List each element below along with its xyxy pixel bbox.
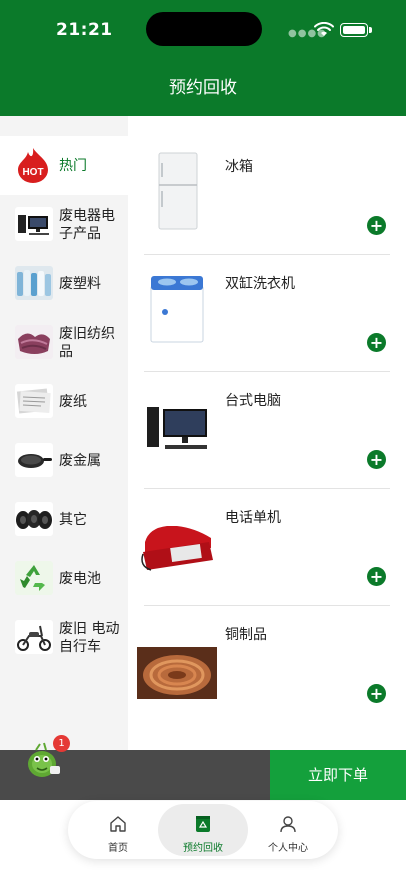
computer-thumbnail <box>15 207 53 241</box>
add-to-cart-button[interactable]: + <box>367 450 386 469</box>
product-item[interactable]: 双缸洗衣机 + <box>128 255 406 372</box>
add-to-cart-button[interactable]: + <box>367 684 386 703</box>
user-icon <box>280 816 296 833</box>
sidebar-item-label: 废电池 <box>59 570 101 587</box>
pan-thumbnail <box>15 443 53 477</box>
fridge-image <box>158 152 198 230</box>
recycle-thumbnail <box>15 561 53 595</box>
telephone-image <box>141 526 213 571</box>
sidebar-item-textiles[interactable]: 废旧纺织品 <box>0 313 128 372</box>
add-to-cart-button[interactable]: + <box>367 333 386 352</box>
cart-count-badge: 1 <box>53 735 70 752</box>
tab-recycle[interactable]: 预约回收 <box>156 801 250 859</box>
sidebar-item-battery[interactable]: 废电池 <box>0 549 128 608</box>
product-name: 铜制品 <box>225 627 267 643</box>
tab-bar: 首页 预约回收 个人中心 <box>68 801 338 859</box>
category-sidebar: HOT 热门 废电器电子产品 废塑料 废旧纺织品 废纸 废金属 其它 废电池 废… <box>0 116 128 750</box>
sidebar-item-label: 废塑料 <box>59 275 101 292</box>
hot-icon: HOT <box>18 148 48 183</box>
sidebar-item-label: 废金属 <box>59 452 101 469</box>
product-name: 双缸洗衣机 <box>225 276 295 292</box>
sidebar-item-plastic[interactable]: 废塑料 <box>0 254 128 313</box>
dynamic-island <box>146 12 262 46</box>
sidebar-item-label: 废纸 <box>59 393 87 410</box>
sidebar-item-label: 废旧 电动自行车 <box>59 620 120 655</box>
product-item[interactable]: 冰箱 + <box>128 138 406 255</box>
status-time: 21:21 <box>56 20 113 40</box>
header: 21:21 ●●●● 预约回收 <box>0 0 406 116</box>
tab-profile[interactable]: 个人中心 <box>238 801 338 859</box>
textiles-thumbnail <box>15 325 53 359</box>
app-screen: 21:21 ●●●● 预约回收 HOT 热门 废电器电子产品 废塑料 废旧纺织品… <box>0 0 406 883</box>
product-item[interactable]: 铜制品 + <box>128 606 406 723</box>
sidebar-item-label: 热门 <box>59 157 87 174</box>
add-to-cart-button[interactable]: + <box>367 567 386 586</box>
wifi-icon <box>314 22 334 36</box>
paper-thumbnail <box>15 384 53 418</box>
tires-thumbnail <box>15 502 53 536</box>
sidebar-item-other[interactable]: 其它 <box>0 490 128 549</box>
add-to-cart-button[interactable]: + <box>367 216 386 235</box>
sidebar-item-paper[interactable]: 废纸 <box>0 372 128 431</box>
product-item[interactable]: 台式电脑 + <box>128 372 406 489</box>
sidebar-item-electronics[interactable]: 废电器电子产品 <box>0 195 128 254</box>
product-item[interactable]: 电话单机 + <box>128 489 406 606</box>
product-name: 台式电脑 <box>225 393 281 409</box>
home-icon <box>110 816 126 832</box>
plastic-bottles-thumbnail <box>15 266 53 300</box>
tab-label: 预约回收 <box>183 843 223 854</box>
sidebar-item-metal[interactable]: 废金属 <box>0 431 128 490</box>
scooter-thumbnail <box>15 620 53 654</box>
product-name: 电话单机 <box>225 510 281 526</box>
sidebar-item-label: 其它 <box>59 511 87 528</box>
desktop-computer-image <box>147 407 207 449</box>
copper-wire-image <box>137 647 217 699</box>
tab-label: 个人中心 <box>268 843 308 854</box>
battery-icon <box>340 23 372 37</box>
svg-text:HOT: HOT <box>22 167 43 178</box>
recycle-bin-icon <box>196 816 210 832</box>
sidebar-item-hot[interactable]: HOT 热门 <box>0 136 128 195</box>
sidebar-item-label: 废旧纺织品 <box>59 325 115 360</box>
page-title: 预约回收 <box>169 78 237 98</box>
washing-machine-image <box>150 276 204 343</box>
place-order-button[interactable]: 立即下单 <box>270 750 406 800</box>
product-name: 冰箱 <box>225 159 253 175</box>
sidebar-item-label: 废电器电子产品 <box>59 207 115 242</box>
sidebar-item-ebike[interactable]: 废旧 电动自行车 <box>0 608 128 667</box>
tab-label: 首页 <box>108 843 128 854</box>
tab-home[interactable]: 首页 <box>68 801 168 859</box>
